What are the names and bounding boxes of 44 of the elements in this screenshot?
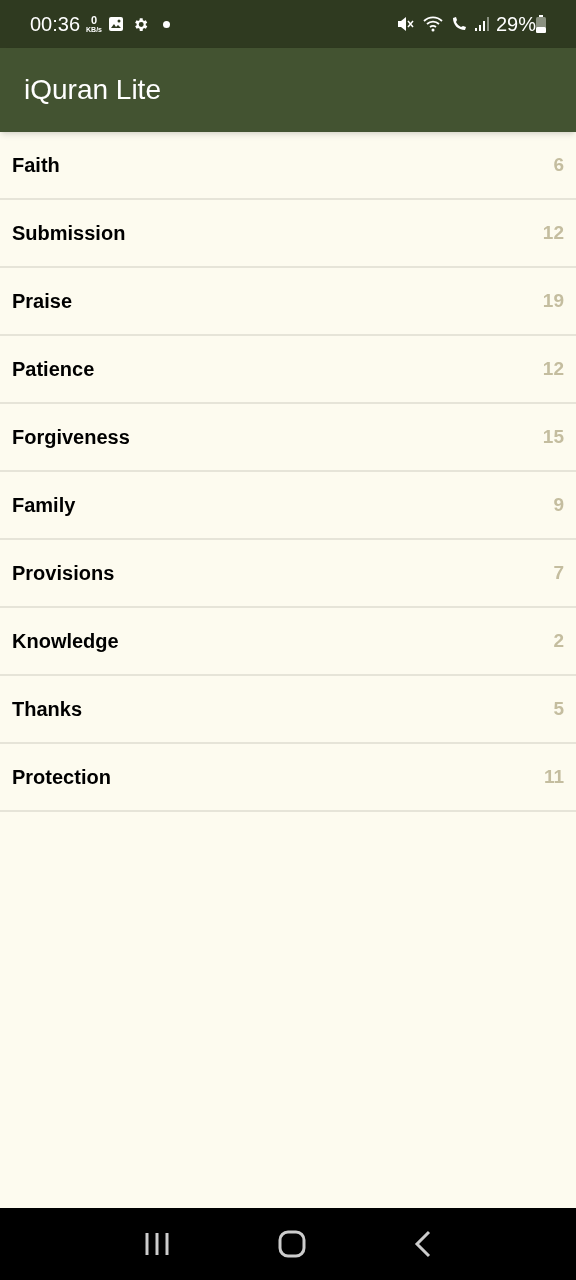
- topic-row[interactable]: Protection 11: [0, 744, 576, 812]
- wifi-icon: [421, 15, 444, 33]
- app-title: iQuran Lite: [24, 73, 161, 107]
- signal-icon: [473, 16, 490, 32]
- topic-count: 9: [553, 492, 564, 517]
- topic-label: Forgiveness: [12, 425, 130, 450]
- status-time: 00:36: [30, 12, 81, 37]
- topic-label: Patience: [12, 357, 95, 382]
- back-icon[interactable]: [414, 1230, 432, 1258]
- topic-row[interactable]: Thanks 5: [0, 676, 576, 744]
- recent-apps-icon[interactable]: [144, 1232, 170, 1256]
- battery-icon: [536, 15, 546, 33]
- settings-icon: [132, 15, 149, 33]
- topic-row[interactable]: Praise 19: [0, 268, 576, 336]
- topic-label: Family: [12, 493, 76, 518]
- topic-count: 19: [542, 288, 564, 313]
- topic-count: 7: [553, 560, 564, 585]
- topic-row[interactable]: Submission 12: [0, 200, 576, 268]
- dot-icon: [163, 20, 170, 28]
- topic-label: Provisions: [12, 561, 115, 586]
- topic-count: 6: [553, 152, 564, 177]
- topic-count: 12: [542, 220, 564, 245]
- battery-percent: 29%: [495, 12, 536, 37]
- topic-count: 2: [553, 628, 564, 653]
- topic-count: 12: [542, 356, 564, 381]
- topic-label: Praise: [12, 289, 73, 314]
- topic-label: Faith: [12, 153, 60, 178]
- topic-count: 15: [542, 424, 564, 449]
- topic-row[interactable]: Faith 6: [0, 132, 576, 200]
- topic-label: Knowledge: [12, 629, 119, 654]
- topic-row[interactable]: Forgiveness 15: [0, 404, 576, 472]
- network-speed: 0: [90, 15, 98, 26]
- topic-label: Protection: [12, 765, 111, 790]
- topic-row[interactable]: Patience 12: [0, 336, 576, 404]
- topic-count: 5: [553, 696, 564, 721]
- home-icon[interactable]: [278, 1230, 306, 1258]
- topic-label: Submission: [12, 221, 126, 246]
- topic-count: 11: [543, 764, 564, 789]
- topic-row[interactable]: Knowledge 2: [0, 608, 576, 676]
- topic-row[interactable]: Family 9: [0, 472, 576, 540]
- topic-row[interactable]: Provisions 7: [0, 540, 576, 608]
- mute-icon: [395, 15, 414, 33]
- image-icon: [108, 16, 124, 32]
- topic-label: Thanks: [12, 697, 83, 722]
